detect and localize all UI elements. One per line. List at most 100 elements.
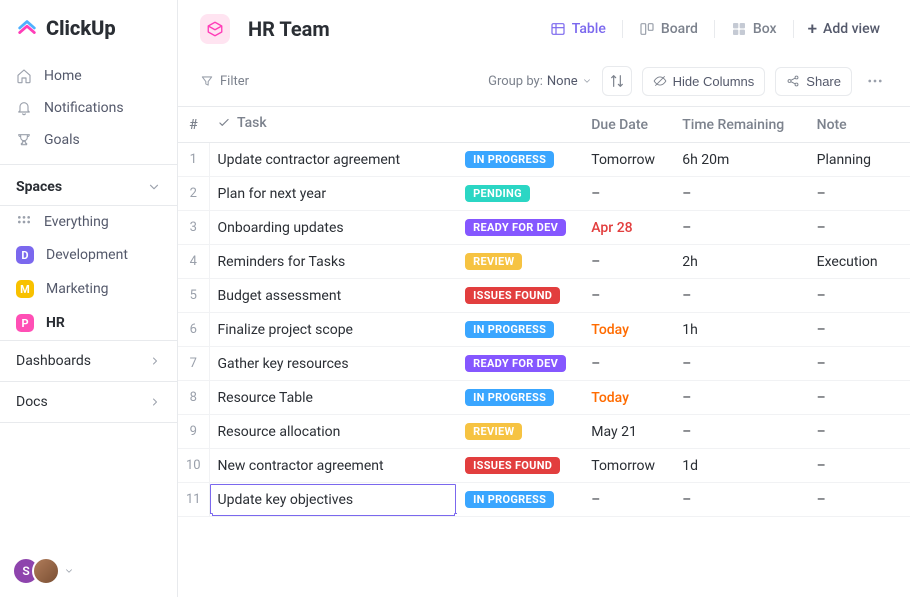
note-cell[interactable]: – [809,211,910,245]
table-row[interactable]: 4Reminders for TasksREVIEW–2hExecution [178,245,910,279]
space-badge: D [16,246,34,264]
status-cell[interactable]: READY FOR DEV [457,347,583,381]
status-cell[interactable]: READY FOR DEV [457,211,583,245]
tab-table[interactable]: Table [540,15,616,43]
sort-button[interactable] [602,66,632,96]
status-cell[interactable]: REVIEW [457,245,583,279]
task-name-cell[interactable]: Onboarding updates [209,211,457,245]
note-cell[interactable]: – [809,177,910,211]
col-header-time[interactable]: Time Remaining [674,107,808,143]
table-row[interactable]: 1Update contractor agreementIN PROGRESST… [178,143,910,177]
due-date-cell[interactable]: May 21 [583,415,674,449]
due-date-cell[interactable]: – [583,347,674,381]
tab-box[interactable]: Box [721,15,787,43]
sidebar-item-dashboards[interactable]: Dashboards [0,340,177,381]
task-name-cell[interactable]: Update key objectives [209,483,457,517]
task-name-cell[interactable]: New contractor agreement [209,449,457,483]
status-badge: IN PROGRESS [465,491,554,508]
more-menu-button[interactable] [862,68,888,94]
space-badge: M [16,280,34,298]
status-cell[interactable]: REVIEW [457,415,583,449]
due-date-cell[interactable]: Tomorrow [583,449,674,483]
note-cell[interactable]: Planning [809,143,910,177]
filter-button[interactable]: Filter [200,74,249,89]
table-row[interactable]: 11Update key objectivesIN PROGRESS––– [178,483,910,517]
logo[interactable]: ClickUp [0,0,177,58]
time-remaining-cell[interactable]: – [674,347,808,381]
chevron-down-icon[interactable] [64,566,74,576]
spaces-header[interactable]: Spaces [0,164,177,206]
sidebar-item-everything[interactable]: Everything [0,206,177,238]
tab-board[interactable]: Board [629,15,708,43]
time-remaining-cell[interactable]: – [674,211,808,245]
note-cell[interactable]: Execution [809,245,910,279]
task-name-cell[interactable]: Resource Table [209,381,457,415]
groupby-selector[interactable]: Group by: None [488,74,592,89]
task-name-cell[interactable]: Reminders for Tasks [209,245,457,279]
status-cell[interactable]: PENDING [457,177,583,211]
sidebar-item-development[interactable]: DDevelopment [0,238,177,272]
status-cell[interactable]: IN PROGRESS [457,381,583,415]
due-date-cell[interactable]: Apr 28 [583,211,674,245]
task-name-cell[interactable]: Gather key resources [209,347,457,381]
due-date-cell[interactable]: Today [583,381,674,415]
hide-columns-button[interactable]: Hide Columns [642,67,766,96]
time-remaining-cell[interactable]: – [674,415,808,449]
task-name-cell[interactable]: Plan for next year [209,177,457,211]
note-cell[interactable]: – [809,483,910,517]
due-date-cell[interactable]: – [583,483,674,517]
user-avatars[interactable]: S [12,557,74,585]
table-row[interactable]: 10New contractor agreementISSUES FOUNDTo… [178,449,910,483]
note-cell[interactable]: – [809,449,910,483]
sidebar-item-home[interactable]: Home [0,60,177,92]
table-row[interactable]: 2Plan for next yearPENDING––– [178,177,910,211]
status-cell[interactable]: IN PROGRESS [457,143,583,177]
table-row[interactable]: 8Resource TableIN PROGRESSToday–– [178,381,910,415]
time-remaining-cell[interactable]: 6h 20m [674,143,808,177]
col-header-task[interactable]: Task [209,107,457,143]
note-cell[interactable]: – [809,415,910,449]
task-name-cell[interactable]: Update contractor agreement [209,143,457,177]
task-name-cell[interactable]: Budget assessment [209,279,457,313]
col-header-note[interactable]: Note [809,107,910,143]
time-remaining-cell[interactable]: – [674,381,808,415]
table-row[interactable]: 6Finalize project scopeIN PROGRESSToday1… [178,313,910,347]
table-row[interactable]: 7Gather key resourcesREADY FOR DEV––– [178,347,910,381]
table-row[interactable]: 3Onboarding updatesREADY FOR DEVApr 28–– [178,211,910,245]
sidebar-item-notifications[interactable]: Notifications [0,92,177,124]
time-remaining-cell[interactable]: 1h [674,313,808,347]
table-row[interactable]: 5Budget assessmentISSUES FOUND––– [178,279,910,313]
note-cell[interactable]: – [809,347,910,381]
status-cell[interactable]: ISSUES FOUND [457,279,583,313]
avatar-user-photo[interactable] [32,557,60,585]
due-date-cell[interactable]: Today [583,313,674,347]
due-date-cell[interactable]: Tomorrow [583,143,674,177]
time-remaining-cell[interactable]: – [674,483,808,517]
time-remaining-cell[interactable]: 2h [674,245,808,279]
note-cell[interactable]: – [809,381,910,415]
due-date-cell[interactable]: – [583,245,674,279]
status-cell[interactable]: ISSUES FOUND [457,449,583,483]
status-cell[interactable]: IN PROGRESS [457,483,583,517]
table-row[interactable]: 9Resource allocationREVIEWMay 21–– [178,415,910,449]
due-date-cell[interactable]: – [583,279,674,313]
sidebar-item-hr[interactable]: PHR [0,306,177,340]
note-cell[interactable]: – [809,313,910,347]
time-remaining-cell[interactable]: – [674,279,808,313]
time-remaining-cell[interactable]: – [674,177,808,211]
col-header-number[interactable]: # [178,107,209,143]
sidebar-item-goals[interactable]: Goals [0,124,177,156]
sidebar-item-docs[interactable]: Docs [0,381,177,423]
time-remaining-cell[interactable]: 1d [674,449,808,483]
col-header-status[interactable] [457,107,583,143]
row-number: 9 [178,415,209,449]
add-view-button[interactable]: + Add view [800,15,888,43]
share-button[interactable]: Share [775,67,852,96]
note-cell[interactable]: – [809,279,910,313]
task-name-cell[interactable]: Finalize project scope [209,313,457,347]
sidebar-item-marketing[interactable]: MMarketing [0,272,177,306]
col-header-due[interactable]: Due Date [583,107,674,143]
status-cell[interactable]: IN PROGRESS [457,313,583,347]
task-name-cell[interactable]: Resource allocation [209,415,457,449]
due-date-cell[interactable]: – [583,177,674,211]
